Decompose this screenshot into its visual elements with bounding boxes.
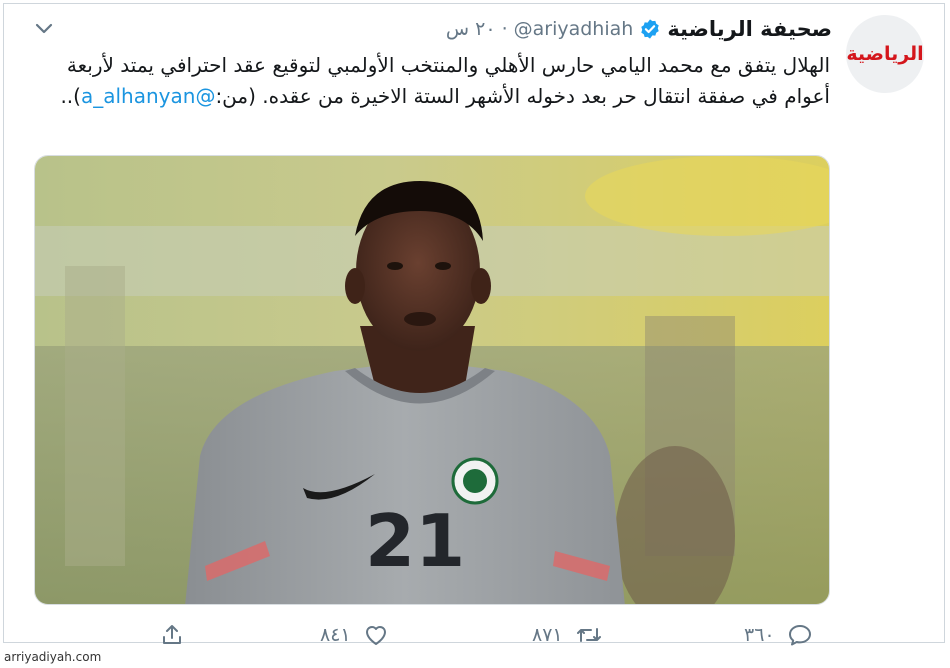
- retweet-icon: [576, 628, 601, 642]
- avatar[interactable]: الرياضية: [846, 15, 924, 93]
- source-watermark: arriyadiyah.com: [4, 650, 102, 664]
- tweet-text: الهلال يتفق مع محمد اليامي حارس الأهلي و…: [34, 50, 830, 112]
- tweet-header: ٢٠ س · @ariyadhiah صحيفة الرياضية: [446, 14, 832, 44]
- tweet-photo[interactable]: 21: [34, 155, 830, 605]
- avatar-logo-text: الرياضية: [846, 43, 924, 65]
- retweet-button[interactable]: ٨٧١: [532, 620, 603, 650]
- like-count: ٨٤١: [320, 624, 351, 646]
- reply-count: ٣٦٠: [744, 624, 775, 646]
- verified-badge-icon: [641, 19, 660, 39]
- account-handle[interactable]: @ariyadhiah: [514, 18, 634, 40]
- separator-dot: ·: [501, 18, 508, 40]
- like-icon: [365, 626, 386, 645]
- tweet-actions: ٨٤١ ٨٧١ ٣٦٠: [160, 620, 850, 650]
- reply-icon: [788, 625, 811, 646]
- share-button[interactable]: [160, 620, 184, 650]
- tweet-text-end: )..: [60, 84, 81, 108]
- chevron-down-icon[interactable]: [34, 22, 54, 36]
- share-icon: [163, 625, 181, 644]
- player-photo-illustration: 21: [35, 156, 829, 604]
- mention-link[interactable]: @a_alhanyan: [81, 84, 215, 108]
- jersey-number: 21: [365, 499, 465, 583]
- tweet-timestamp[interactable]: ٢٠ س: [446, 18, 496, 40]
- account-name[interactable]: صحيفة الرياضية: [667, 17, 832, 41]
- like-button[interactable]: ٨٤١: [320, 620, 389, 650]
- reply-button[interactable]: ٣٦٠: [744, 620, 813, 650]
- retweet-count: ٨٧١: [532, 624, 563, 646]
